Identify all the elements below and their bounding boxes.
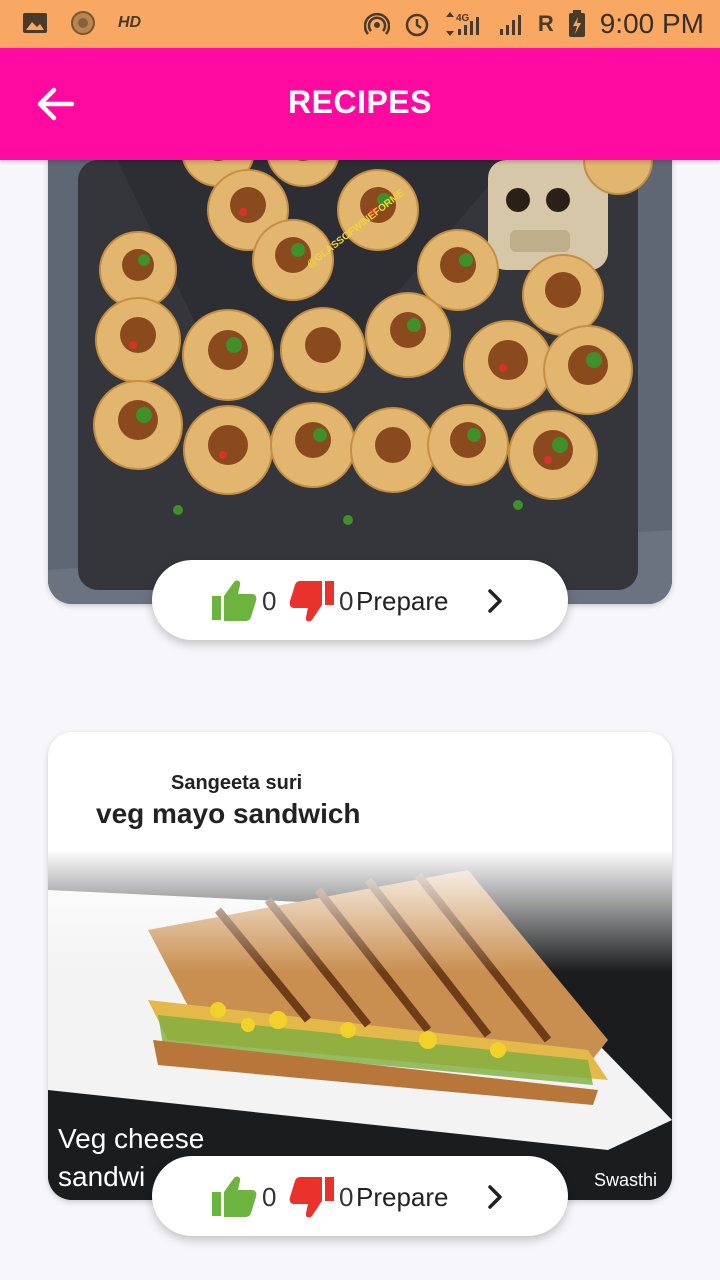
status-bar: HD 4G R 9:00 PM <box>0 0 720 48</box>
prepare-button[interactable]: Prepare <box>356 1182 449 1213</box>
recipe-title: veg mayo sandwich <box>96 798 361 829</box>
gallery-icon <box>23 13 47 33</box>
chevron-right-icon[interactable] <box>484 1182 508 1212</box>
roaming-indicator: R <box>537 11 554 36</box>
recipe-actions: 0 0 Prepare <box>152 1156 568 1236</box>
photo-caption-line2: sandwi <box>58 1161 145 1192</box>
like-count: 0 <box>262 1182 277 1212</box>
like-count: 0 <box>262 586 277 616</box>
thumbs-down-icon[interactable] <box>288 1176 336 1220</box>
photo-caption-line1: Veg cheese <box>58 1123 204 1154</box>
clock: 9:00 PM <box>599 8 704 39</box>
battery-charging-icon <box>568 10 585 37</box>
recipe-photo: Veg cheese sandwi Swasthi <box>48 850 672 1200</box>
app-notification-icon <box>71 11 95 35</box>
recipe-card[interactable]: @GLASSOFWINEFORME <box>48 100 672 604</box>
thumbs-down-icon[interactable] <box>288 580 336 624</box>
page-title: RECIPES <box>288 84 432 120</box>
svg-text:4G: 4G <box>456 13 470 24</box>
hotspot-icon <box>363 12 390 35</box>
dislike-count: 0 <box>339 1182 354 1212</box>
signal-4g-icon: 4G <box>445 12 479 36</box>
prepare-button[interactable]: Prepare <box>356 586 449 617</box>
thumbs-up-icon[interactable] <box>210 1174 258 1218</box>
recipe-author: Sangeeta suri <box>171 772 303 794</box>
recipe-photo: @GLASSOFWINEFORME <box>48 100 672 604</box>
dislike-count: 0 <box>339 586 354 616</box>
chevron-right-icon[interactable] <box>484 586 508 616</box>
signal-icon <box>499 15 521 35</box>
recipe-card[interactable]: Sangeeta suri veg mayo sandwich Veg chee… <box>48 732 672 1200</box>
recipe-actions: 0 0 Prepare <box>152 560 568 640</box>
thumbs-up-icon[interactable] <box>210 578 258 622</box>
hd-indicator: HD <box>118 14 142 31</box>
app-bar: RECIPES <box>0 48 720 160</box>
alarm-icon <box>405 13 429 37</box>
photo-credit: Swasthi <box>594 1170 657 1190</box>
